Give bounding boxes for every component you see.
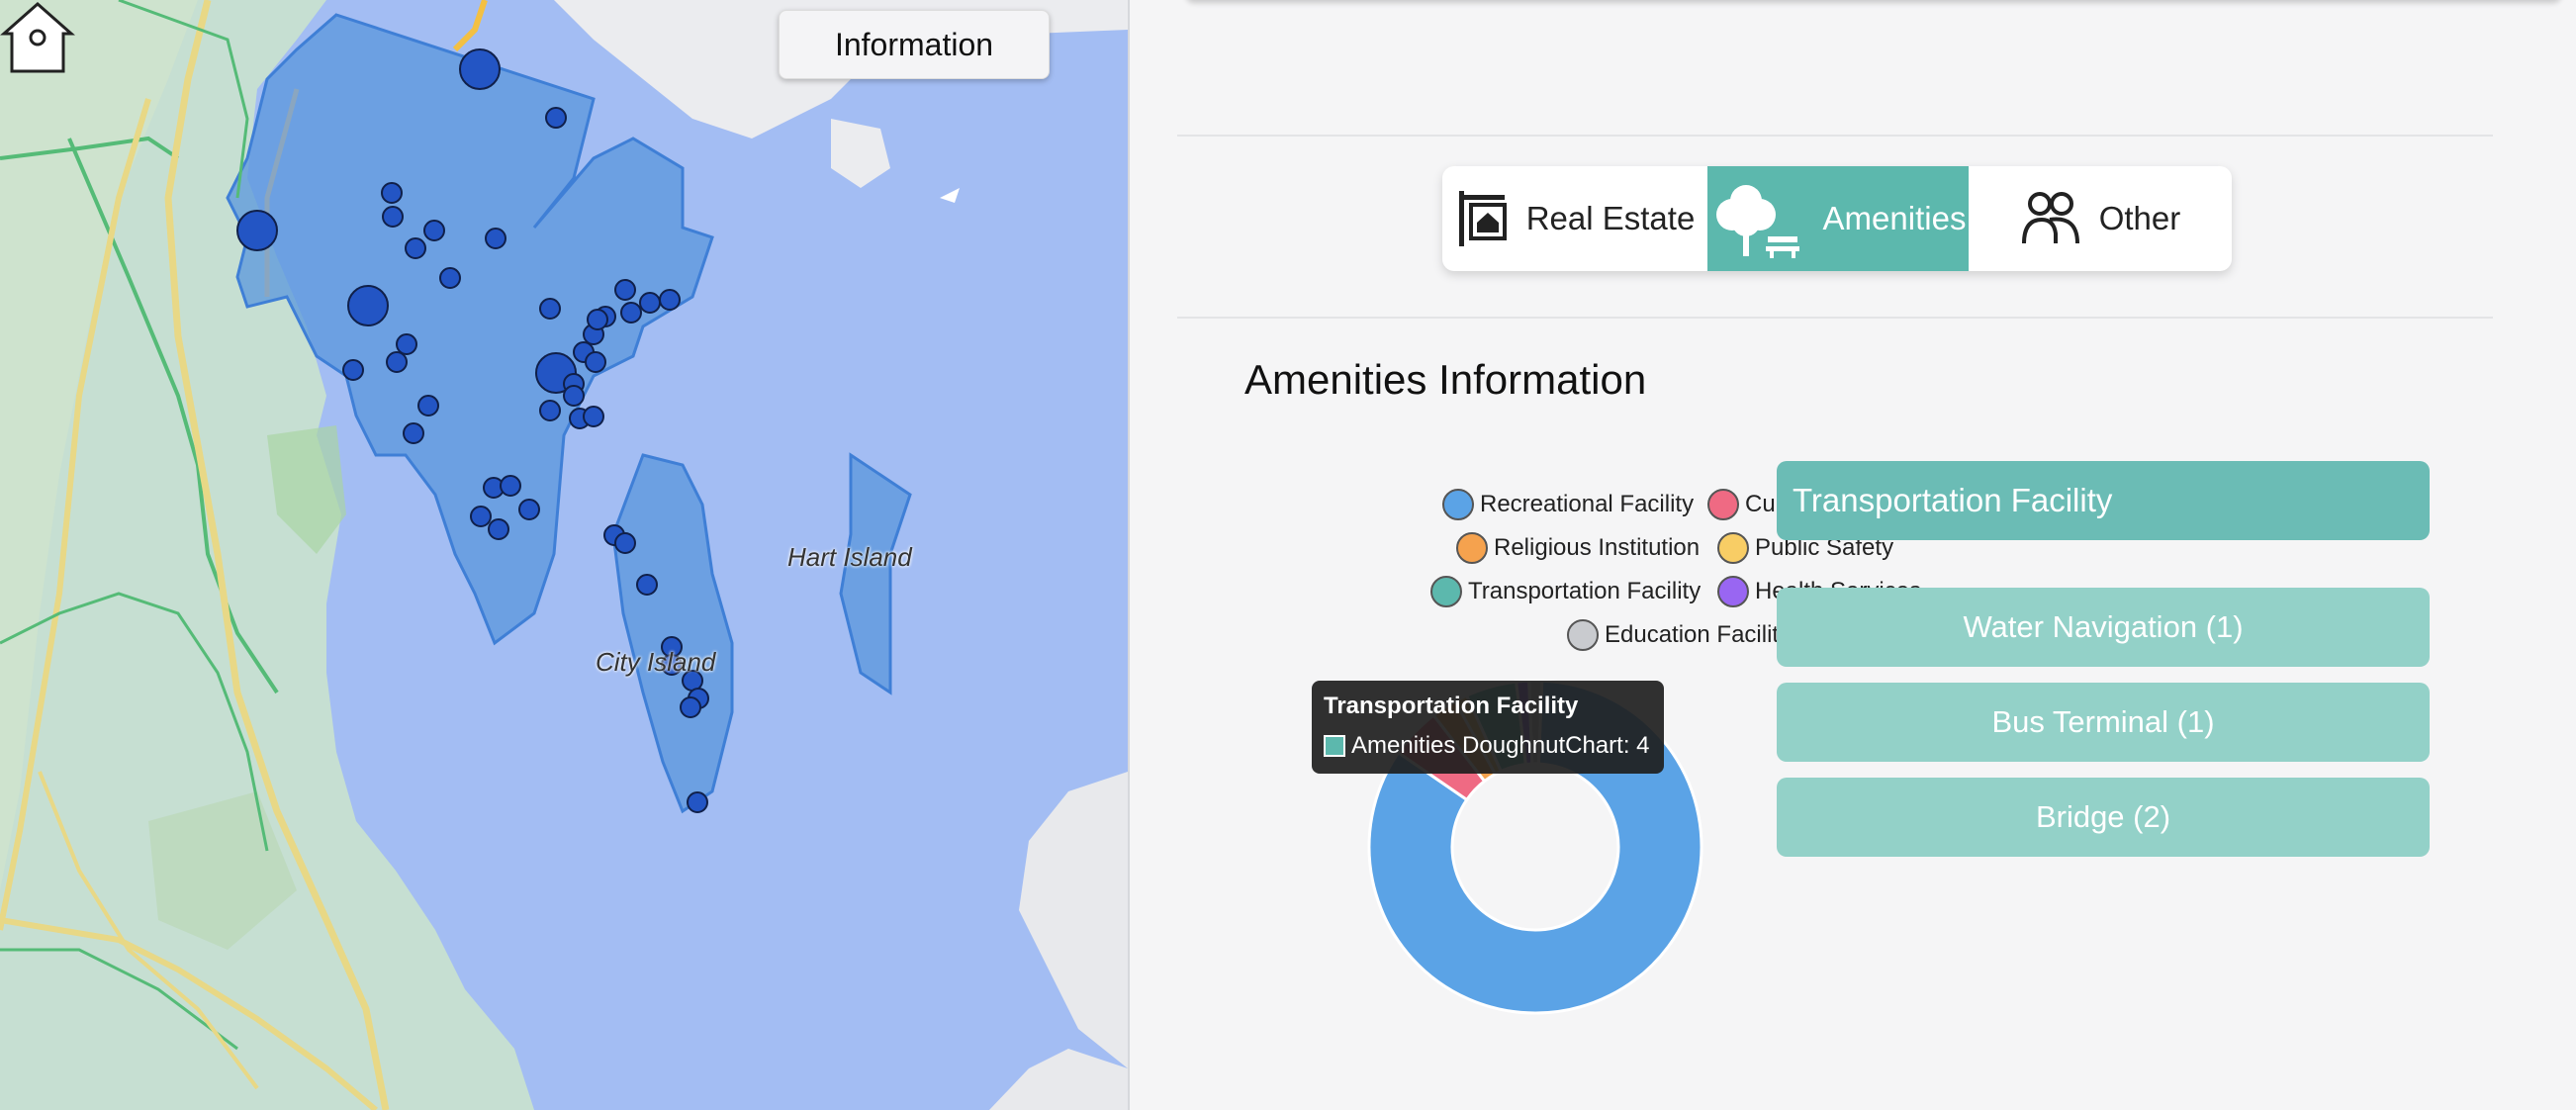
tooltip-swatch (1324, 735, 1345, 757)
map-view[interactable]: Information Hart Island City Island (0, 0, 1130, 1110)
map-canvas[interactable] (0, 0, 1128, 1110)
legend-label: Recreational Facility (1480, 491, 1695, 517)
legend-swatch (1717, 576, 1749, 607)
legend-swatch (1430, 576, 1462, 607)
section-title: Amenities Information (1244, 356, 1647, 403)
place-label-hart-island: Hart Island (787, 542, 912, 572)
legend-swatch (1456, 532, 1488, 564)
legend-swatch (1567, 619, 1599, 651)
facility-item-button[interactable]: Bridge (2) (1777, 778, 2430, 857)
facility-item-button[interactable]: Bus Terminal (1) (1777, 683, 2430, 762)
tab-label: Real Estate (1525, 200, 1696, 236)
people-icon (2021, 192, 2079, 244)
tab-other[interactable]: Other (1969, 166, 2232, 271)
tooltip-title: Transportation Facility (1324, 693, 1579, 719)
tooltip-body: Amenities DoughnutChart: 4 (1324, 732, 1650, 760)
tab-label: Other (2098, 200, 2181, 236)
chart-tooltip: Transportation Facility Amenities Doughn… (1312, 681, 1664, 774)
legend-label: Religious Institution (1494, 534, 1701, 561)
tab-amenities[interactable]: Amenities (1707, 166, 1969, 271)
legend-item[interactable]: Transportation Facility (1430, 576, 1701, 607)
legend-label: Education Facility (1605, 621, 1792, 648)
legend-label: Transportation Facility (1468, 578, 1702, 604)
home-location-icon[interactable] (0, 0, 75, 75)
legend-item[interactable]: Recreational Facility (1442, 489, 1694, 520)
tree-bench-icon (1715, 185, 1799, 258)
information-button[interactable]: Information (779, 10, 1050, 79)
legend-swatch (1717, 532, 1749, 564)
legend-swatch (1442, 489, 1474, 520)
legend-swatch (1707, 489, 1739, 520)
tab-label: Amenities (1822, 200, 1967, 236)
real-estate-sign-icon (1458, 191, 1507, 246)
legend-item[interactable]: Religious Institution (1456, 532, 1700, 564)
amenities-panel: Real Estate Amenities Other Amenities In… (1130, 0, 2576, 1110)
tab-real-estate[interactable]: Real Estate (1442, 166, 1707, 271)
tooltip-value: Amenities DoughnutChart: 4 (1351, 732, 1650, 759)
selected-facility-header: Transportation Facility (1777, 461, 2430, 540)
legend-item[interactable]: Education Facility (1567, 619, 1791, 651)
divider (1177, 135, 2493, 137)
facility-item-button[interactable]: Water Navigation (1) (1777, 588, 2430, 667)
divider (1177, 317, 2493, 319)
place-label-city-island: City Island (596, 647, 716, 677)
category-tabs: Real Estate Amenities Other (1442, 166, 2232, 271)
